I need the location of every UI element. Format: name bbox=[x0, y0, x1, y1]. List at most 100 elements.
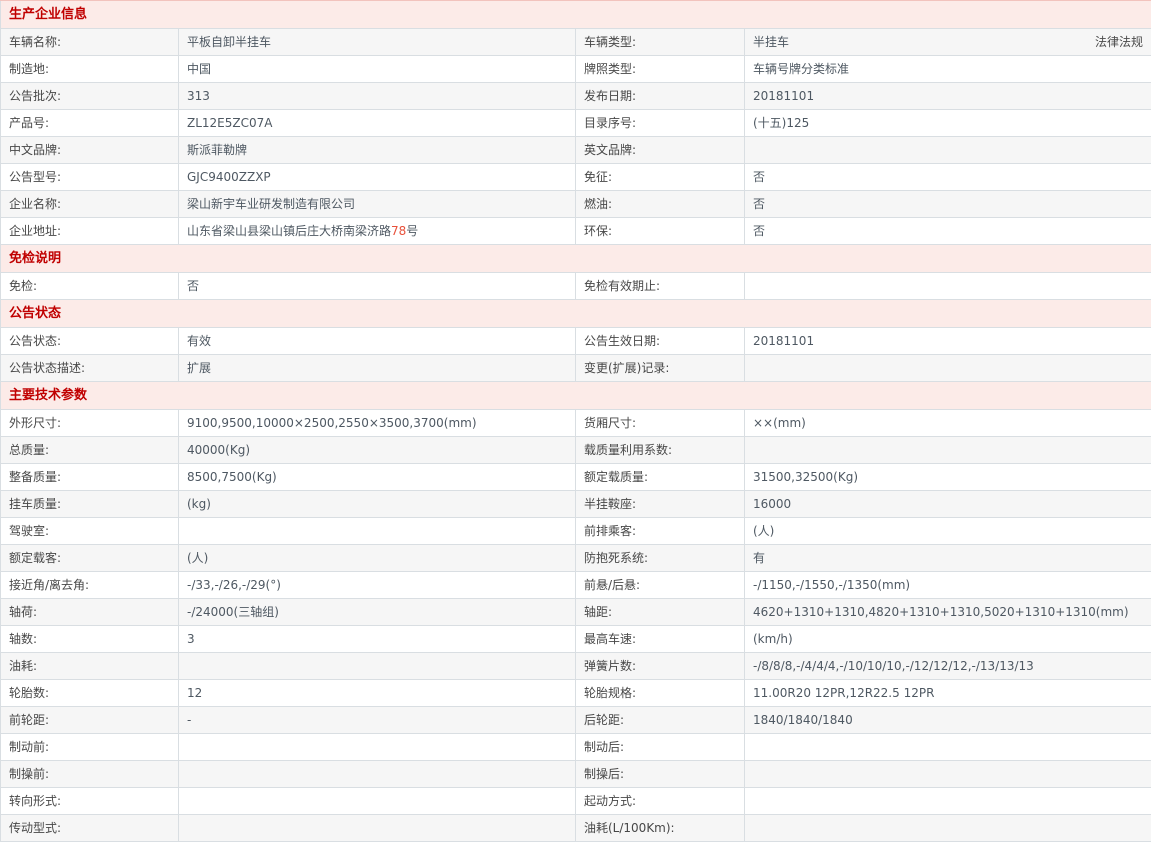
field-value: 平板自卸半挂车 bbox=[179, 29, 576, 56]
field-value-text: 半挂车 bbox=[753, 35, 789, 49]
field-label: 后轮距: bbox=[576, 707, 745, 734]
field-value: 313 bbox=[179, 83, 576, 110]
section-title: 公告状态 bbox=[1, 300, 1151, 328]
field-value bbox=[745, 734, 1151, 761]
field-value bbox=[179, 761, 576, 788]
field-value: 12 bbox=[179, 680, 576, 707]
table-row: 接近角/离去角:-/33,-/26,-/29(°)前悬/后悬:-/1150,-/… bbox=[1, 572, 1151, 599]
field-value: GJC9400ZZXP bbox=[179, 164, 576, 191]
field-value: 3 bbox=[179, 626, 576, 653]
section-title: 生产企业信息 bbox=[1, 1, 1151, 29]
field-label: 转向形式: bbox=[1, 788, 179, 815]
field-label: 车辆类型: bbox=[576, 29, 745, 56]
field-label: 制动后: bbox=[576, 734, 745, 761]
table-row: 产品号:ZL12E5ZC07A目录序号:(十五)125 bbox=[1, 110, 1151, 137]
field-value: (人) bbox=[745, 518, 1151, 545]
field-value: 有 bbox=[745, 545, 1151, 572]
field-label: 防抱死系统: bbox=[576, 545, 745, 572]
section-header-row: 生产企业信息 bbox=[1, 1, 1151, 29]
table-row: 轴荷:-/24000(三轴组)轴距:4620+1310+1310,4820+13… bbox=[1, 599, 1151, 626]
field-value: -/8/8/8,-/4/4/4,-/10/10/10,-/12/12/12,-/… bbox=[745, 653, 1151, 680]
field-value bbox=[179, 653, 576, 680]
field-value: 8500,7500(Kg) bbox=[179, 464, 576, 491]
field-label: 货厢尺寸: bbox=[576, 410, 745, 437]
field-label: 前悬/后悬: bbox=[576, 572, 745, 599]
table-row: 公告批次:313发布日期:20181101 bbox=[1, 83, 1151, 110]
field-value bbox=[179, 518, 576, 545]
field-label: 轮胎数: bbox=[1, 680, 179, 707]
field-value: 扩展 bbox=[179, 355, 576, 382]
field-value bbox=[745, 137, 1151, 164]
table-row: 外形尺寸:9100,9500,10000×2500,2550×3500,3700… bbox=[1, 410, 1151, 437]
field-value: 1840/1840/1840 bbox=[745, 707, 1151, 734]
field-value: 11.00R20 12PR,12R22.5 12PR bbox=[745, 680, 1151, 707]
table-row: 制造地:中国牌照类型:车辆号牌分类标准 bbox=[1, 56, 1151, 83]
field-label: 车辆名称: bbox=[1, 29, 179, 56]
field-label: 燃油: bbox=[576, 191, 745, 218]
field-value: 斯派菲勒牌 bbox=[179, 137, 576, 164]
field-value: -/33,-/26,-/29(°) bbox=[179, 572, 576, 599]
vehicle-announcement-page: 生产企业信息车辆名称:平板自卸半挂车车辆类型: 法律法规 半挂车制造地:中国牌照类型… bbox=[0, 0, 1151, 842]
field-label: 前轮距: bbox=[1, 707, 179, 734]
field-value: ××(mm) bbox=[745, 410, 1151, 437]
field-label: 传动型式: bbox=[1, 815, 179, 842]
field-value bbox=[179, 815, 576, 842]
field-label: 牌照类型: bbox=[576, 56, 745, 83]
field-label: 发布日期: bbox=[576, 83, 745, 110]
table-row: 公告状态:有效公告生效日期:20181101 bbox=[1, 328, 1151, 355]
highlighted-text: 78 bbox=[391, 224, 406, 238]
field-label: 整备质量: bbox=[1, 464, 179, 491]
field-value: (十五)125 bbox=[745, 110, 1151, 137]
table-row: 制操前: 制操后: bbox=[1, 761, 1151, 788]
field-label: 载质量利用系数: bbox=[576, 437, 745, 464]
field-label: 最高车速: bbox=[576, 626, 745, 653]
table-row: 总质量:40000(Kg)载质量利用系数: bbox=[1, 437, 1151, 464]
field-value bbox=[745, 761, 1151, 788]
field-label: 环保: bbox=[576, 218, 745, 245]
field-value bbox=[745, 437, 1151, 464]
field-value bbox=[745, 815, 1151, 842]
field-value: (人) bbox=[179, 545, 576, 572]
legal-regulations-link[interactable]: 法律法规 bbox=[1095, 29, 1143, 55]
table-row: 公告型号:GJC9400ZZXP免征:否 bbox=[1, 164, 1151, 191]
section-header-row: 免检说明 bbox=[1, 245, 1151, 273]
field-label: 挂车质量: bbox=[1, 491, 179, 518]
field-label: 轮胎规格: bbox=[576, 680, 745, 707]
field-value: 山东省梁山县梁山镇后庄大桥南梁济路78号 bbox=[179, 218, 576, 245]
field-value: 31500,32500(Kg) bbox=[745, 464, 1151, 491]
field-value: 否 bbox=[745, 191, 1151, 218]
table-row: 转向形式:起动方式: bbox=[1, 788, 1151, 815]
field-label: 免征: bbox=[576, 164, 745, 191]
table-row: 免检:否免检有效期止: bbox=[1, 273, 1151, 300]
table-row: 企业名称:梁山新宇车业研发制造有限公司燃油:否 bbox=[1, 191, 1151, 218]
field-label: 弹簧片数: bbox=[576, 653, 745, 680]
field-value: 9100,9500,10000×2500,2550×3500,3700(mm) bbox=[179, 410, 576, 437]
field-value: -/24000(三轴组) bbox=[179, 599, 576, 626]
field-label: 免检有效期止: bbox=[576, 273, 745, 300]
field-value bbox=[745, 273, 1151, 300]
vehicle-info-table: 生产企业信息车辆名称:平板自卸半挂车车辆类型: 法律法规 半挂车制造地:中国牌照类型… bbox=[0, 0, 1151, 842]
table-row: 中文品牌:斯派菲勒牌英文品牌: bbox=[1, 137, 1151, 164]
field-label: 额定载质量: bbox=[576, 464, 745, 491]
table-row: 企业地址:山东省梁山县梁山镇后庄大桥南梁济路78号环保:否 bbox=[1, 218, 1151, 245]
field-label: 制操前: bbox=[1, 761, 179, 788]
field-label: 公告型号: bbox=[1, 164, 179, 191]
field-value: 16000 bbox=[745, 491, 1151, 518]
field-label: 驾驶室: bbox=[1, 518, 179, 545]
table-row: 轴数:3最高车速:(km/h) bbox=[1, 626, 1151, 653]
field-label: 制操后: bbox=[576, 761, 745, 788]
field-label: 公告状态: bbox=[1, 328, 179, 355]
field-value: 车辆号牌分类标准 bbox=[745, 56, 1151, 83]
field-value: 梁山新宇车业研发制造有限公司 bbox=[179, 191, 576, 218]
field-label: 企业名称: bbox=[1, 191, 179, 218]
field-value bbox=[179, 734, 576, 761]
table-row: 轮胎数:12轮胎规格:11.00R20 12PR,12R22.5 12PR bbox=[1, 680, 1151, 707]
field-label: 公告生效日期: bbox=[576, 328, 745, 355]
field-value bbox=[745, 788, 1151, 815]
field-label: 前排乘客: bbox=[576, 518, 745, 545]
field-label: 免检: bbox=[1, 273, 179, 300]
field-value: (kg) bbox=[179, 491, 576, 518]
table-row: 额定载客:(人)防抱死系统:有 bbox=[1, 545, 1151, 572]
field-label: 油耗: bbox=[1, 653, 179, 680]
field-label: 半挂鞍座: bbox=[576, 491, 745, 518]
